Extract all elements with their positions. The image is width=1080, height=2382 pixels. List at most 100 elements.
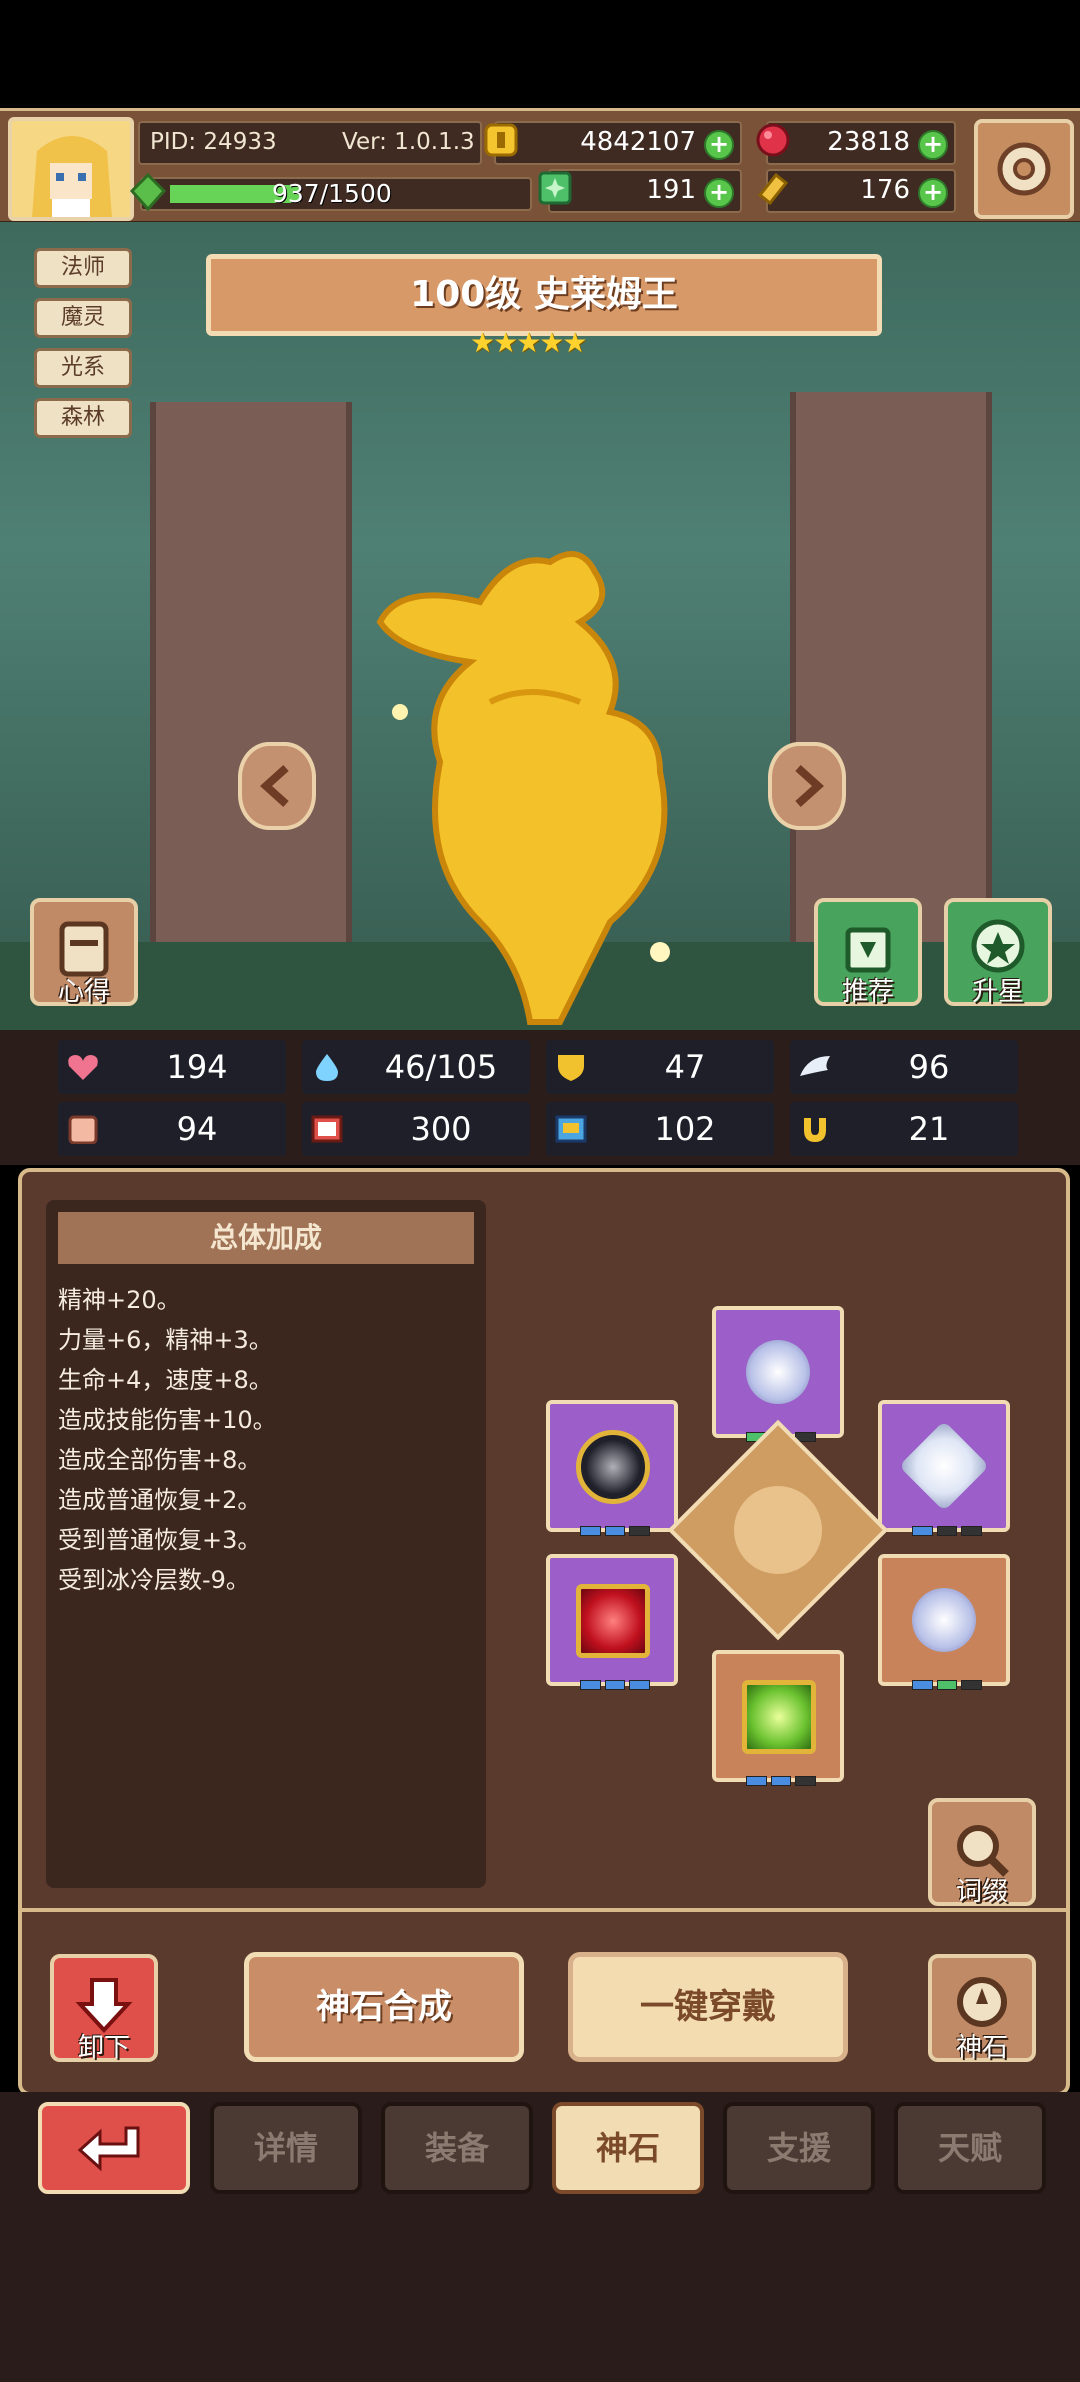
recommend-button[interactable]: 推荐 xyxy=(814,898,922,1007)
gem-slot-left-lower[interactable] xyxy=(546,1554,678,1690)
stat-value: 21 xyxy=(908,1110,950,1148)
prev-character-button[interactable] xyxy=(238,742,316,830)
unload-label: 卸下 xyxy=(77,2033,130,2063)
bonus-line: 造成技能伤害+10。 xyxy=(58,1406,277,1434)
gold-coin-icon xyxy=(484,123,518,157)
race-tag: 魔灵 xyxy=(34,298,132,338)
bottom-tab-bar: 详情 装备 神石 支援 天赋 xyxy=(0,2092,1080,2212)
bonus-line: 力量+6，精神+3。 xyxy=(58,1326,273,1354)
tab-support[interactable]: 支援 xyxy=(723,2102,875,2194)
stamina-bar: 937/1500 xyxy=(130,173,532,211)
stat-value: 96 xyxy=(908,1048,950,1086)
back-button[interactable] xyxy=(38,2102,190,2194)
diamond-gem-icon xyxy=(898,1420,990,1512)
gem-slot-bottom[interactable] xyxy=(712,1650,844,1786)
avatar-portrait-icon xyxy=(12,121,130,217)
stat-value: 94 xyxy=(176,1110,218,1148)
upstar-label: 升星 xyxy=(971,977,1024,1007)
stat-agility: 102 xyxy=(546,1102,774,1156)
next-character-button[interactable] xyxy=(768,742,846,830)
gem-slot-top[interactable] xyxy=(712,1306,844,1442)
star-rating: ★★★★★ xyxy=(470,326,588,359)
tab-equipment[interactable]: 装备 xyxy=(381,2102,533,2194)
bonus-line: 受到冰冷层数-9。 xyxy=(58,1566,250,1594)
gem-level-pips xyxy=(912,1526,983,1536)
stat-hp: 194 xyxy=(58,1040,286,1094)
attribute-stats: 194 46/105 47 96 94 300 102 21 xyxy=(0,1030,1080,1165)
gem-slot-left-upper[interactable] xyxy=(546,1400,678,1536)
stat-value: 194 xyxy=(166,1048,228,1086)
stat-spirit: 300 xyxy=(302,1102,530,1156)
emerald-gem-icon xyxy=(742,1680,816,1754)
pid-version-box: PID: 24933 Ver: 1.0.1.3 xyxy=(138,121,482,165)
magnet-icon xyxy=(804,1118,826,1142)
character-scene: 法师 魔灵 光系 森林 100级 史莱姆王 ★★★★★ 心得 推荐 升星 xyxy=(0,222,1080,1030)
stat-value: 46/105 xyxy=(384,1048,498,1086)
onyx-gem-icon xyxy=(576,1430,650,1504)
add-ticket-button[interactable]: + xyxy=(918,178,948,208)
bonus-line: 受到普通恢复+3。 xyxy=(58,1526,262,1554)
clover-icon xyxy=(538,171,572,205)
arrow-right-icon xyxy=(795,765,824,807)
godstone-bag-button[interactable]: 神石 xyxy=(928,1954,1036,2063)
arrow-left-icon xyxy=(260,765,289,807)
slime-king-sprite xyxy=(376,551,670,1025)
tab-talent[interactable]: 天赋 xyxy=(894,2102,1046,2194)
gem-slot-right-upper[interactable] xyxy=(878,1400,1010,1536)
godstone-bag-label: 神石 xyxy=(955,2033,1008,2063)
ruby-icon xyxy=(756,123,790,157)
tab-details[interactable]: 详情 xyxy=(210,2102,362,2194)
stat-mana: 46/105 xyxy=(302,1040,530,1094)
godstone-panel: 总体加成 精神+20。 力量+6，精神+3。 生命+4，速度+8。 造成技能伤害… xyxy=(18,1168,1070,2096)
gold-value: 4842107 xyxy=(580,127,696,157)
heart-icon xyxy=(68,1055,98,1080)
add-gold-button[interactable]: + xyxy=(704,130,734,160)
tab-godstone[interactable]: 神石 xyxy=(552,2102,704,2194)
bonus-line: 造成普通恢复+2。 xyxy=(58,1486,262,1514)
pid-label: PID: 24933 xyxy=(150,129,277,155)
version-label: Ver: 1.0.1.3 xyxy=(342,129,475,155)
insight-label: 心得 xyxy=(57,977,110,1007)
gem-level-pips xyxy=(580,1680,651,1690)
stamina-value: 937/1500 xyxy=(272,179,392,208)
bonus-line: 精神+20。 xyxy=(58,1286,181,1314)
gem-level-pips xyxy=(912,1680,983,1690)
unload-button[interactable]: 卸下 xyxy=(50,1954,158,2063)
wing-icon xyxy=(800,1056,830,1076)
panel-divider xyxy=(22,1908,1066,1912)
gold-counter: 4842107 + xyxy=(484,121,742,165)
add-ruby-button[interactable]: + xyxy=(918,130,948,160)
stat-defense: 47 xyxy=(546,1040,774,1094)
player-avatar[interactable] xyxy=(8,117,134,221)
ruby-gem-icon xyxy=(576,1584,650,1658)
gem-level-pips xyxy=(746,1776,817,1786)
settings-button[interactable] xyxy=(974,119,1074,219)
ruby-counter: 23818 + xyxy=(756,121,956,165)
affix-button[interactable]: 词缀 xyxy=(928,1798,1036,1907)
equip-all-button[interactable]: 一键穿戴 xyxy=(568,1952,848,2062)
gem-slot-right-lower[interactable] xyxy=(878,1554,1010,1690)
ticket-counter: 176 + xyxy=(757,169,956,213)
top-status-bar: PID: 24933 Ver: 1.0.1.3 4842107 + 23818 … xyxy=(0,108,1080,224)
stat-speed: 96 xyxy=(790,1040,1018,1094)
element-tag: 光系 xyxy=(34,348,132,388)
bonus-line: 造成全部伤害+8。 xyxy=(58,1446,262,1474)
insight-button[interactable]: 心得 xyxy=(30,898,138,1007)
stat-strength: 94 xyxy=(58,1102,286,1156)
gem-core-center xyxy=(667,1419,889,1641)
stamina-leaf-icon xyxy=(130,173,166,211)
return-arrow-icon xyxy=(77,2126,140,2172)
class-tag: 法师 xyxy=(34,248,132,288)
clover-value: 191 xyxy=(646,175,696,205)
pearl-gem-icon xyxy=(912,1588,976,1652)
stat-value: 300 xyxy=(410,1110,472,1148)
stat-luck: 21 xyxy=(790,1102,1018,1156)
pearl-gem-icon xyxy=(746,1340,810,1404)
boot-icon xyxy=(555,1115,587,1143)
ticket-value: 176 xyxy=(860,175,910,205)
synthesize-button[interactable]: 神石合成 xyxy=(244,1952,524,2062)
gem-level-pips xyxy=(580,1526,651,1536)
add-clover-button[interactable]: + xyxy=(704,178,734,208)
upstar-button[interactable]: 升星 xyxy=(944,898,1052,1007)
total-bonus-box: 总体加成 精神+20。 力量+6，精神+3。 生命+4，速度+8。 造成技能伤害… xyxy=(46,1200,486,1888)
